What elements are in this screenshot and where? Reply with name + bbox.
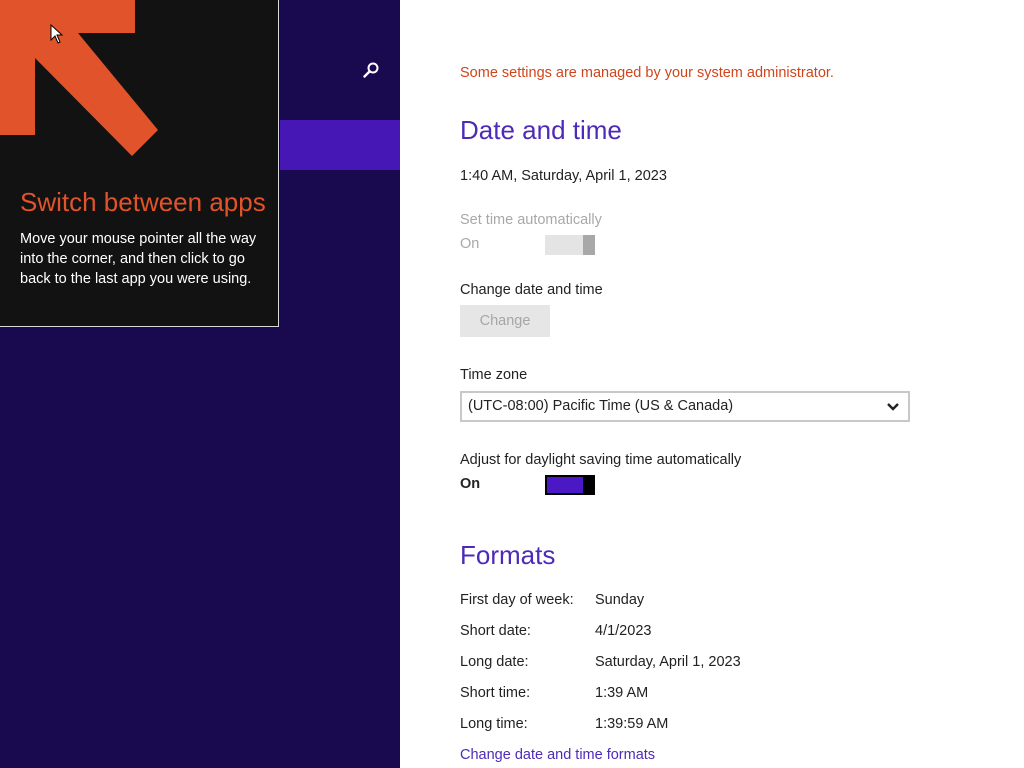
date-time-heading: Date and time: [460, 115, 622, 145]
change-date-time-label: Change date and time: [460, 282, 603, 298]
time-zone-select[interactable]: (UTC-08:00) Pacific Time (US & Canada): [460, 391, 910, 422]
format-label-long-time: Long time:: [460, 716, 528, 732]
set-time-auto-state: On: [460, 236, 480, 252]
format-value-short-date: 4/1/2023: [595, 623, 652, 639]
time-zone-label: Time zone: [460, 367, 528, 383]
format-label-short-date: Short date:: [460, 623, 531, 639]
settings-content: Some settings are managed by your system…: [400, 0, 1024, 768]
nav-item-selected[interactable]: [280, 120, 400, 170]
toggle-knob: [583, 235, 595, 255]
toggle-knob: [583, 475, 595, 495]
tip-title: Switch between apps: [20, 187, 266, 217]
arrow-up-left-icon: [0, 0, 158, 156]
current-date-time: 1:40 AM, Saturday, April 1, 2023: [460, 168, 667, 184]
tip-body: Move your mouse pointer all the way into…: [20, 231, 257, 287]
format-value-long-date: Saturday, April 1, 2023: [595, 654, 741, 670]
set-time-auto-label: Set time automatically: [460, 212, 602, 228]
search-button[interactable]: [356, 58, 384, 84]
dst-label: Adjust for daylight saving time automati…: [460, 452, 742, 468]
search-icon: [363, 62, 379, 78]
dst-state: On: [460, 476, 481, 492]
chevron-down-icon: [887, 403, 899, 411]
format-label-long-date: Long date:: [460, 654, 529, 670]
admin-notice: Some settings are managed by your system…: [460, 65, 834, 81]
change-formats-link[interactable]: Change date and time formats: [460, 747, 655, 763]
format-value-long-time: 1:39:59 AM: [595, 716, 669, 732]
dst-toggle[interactable]: [545, 475, 595, 495]
mouse-pointer-icon: [50, 24, 64, 44]
time-zone-value: (UTC-08:00) Pacific Time (US & Canada): [468, 398, 734, 414]
format-label-short-time: Short time:: [460, 685, 531, 701]
formats-heading: Formats: [460, 540, 556, 570]
format-label-first-day: First day of week:: [460, 592, 574, 608]
change-button[interactable]: Change: [460, 305, 550, 337]
tip-popup: Switch between apps Move your mouse poin…: [0, 0, 279, 327]
format-value-first-day: Sunday: [595, 592, 645, 608]
set-time-auto-toggle[interactable]: [545, 235, 595, 255]
format-value-short-time: 1:39 AM: [595, 685, 649, 701]
